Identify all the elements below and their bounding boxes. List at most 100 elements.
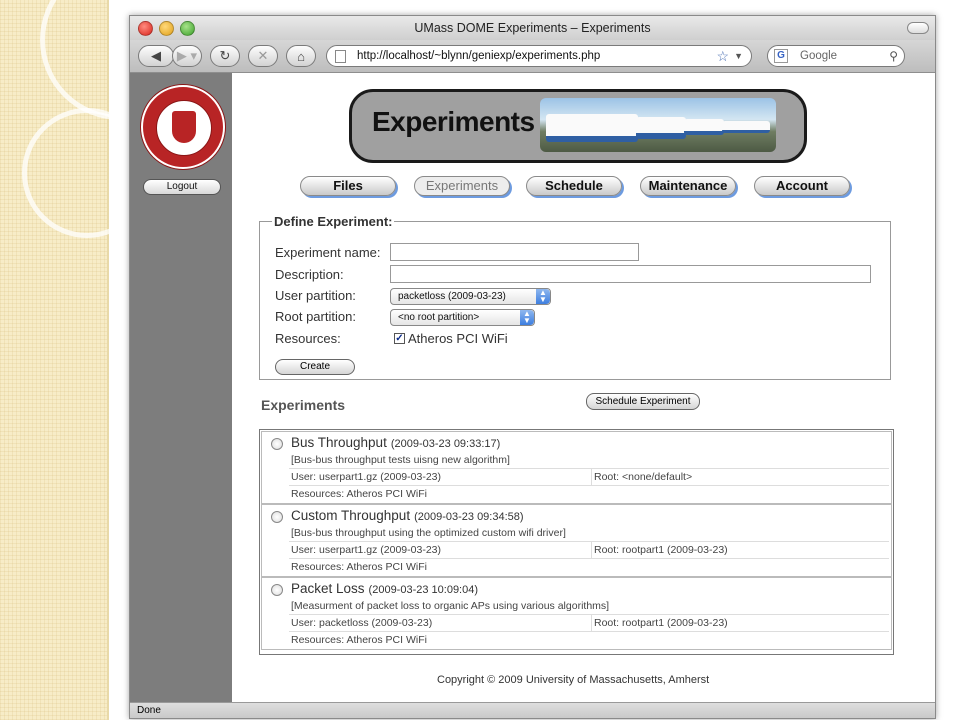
experiment-title: Packet Loss (2009-03-23 10:09:04): [291, 581, 478, 596]
experiment-root-partition: Root: rootpart1 (2009-03-23): [591, 615, 728, 631]
experiment-root-partition: Root: rootpart1 (2009-03-23): [591, 542, 728, 558]
browser-window: UMass DOME Experiments – Experiments ◀ ▶…: [129, 15, 936, 719]
experiment-user-partition: User: packetloss (2009-03-23): [291, 617, 433, 629]
university-seal-logo: [141, 85, 225, 169]
title-bar: UMass DOME Experiments – Experiments: [130, 16, 935, 40]
page-banner: Experiments: [349, 89, 807, 163]
logout-button[interactable]: Logout: [143, 179, 221, 195]
experiment-name: Bus Throughput: [291, 435, 387, 450]
experiment-root-partition: Root: <none/default>: [591, 469, 692, 485]
experiments-list: Bus Throughput (2009-03-23 09:33:17) [Bus…: [259, 429, 894, 655]
experiment-description: [Bus-bus throughput tests uisng new algo…: [291, 454, 510, 466]
banner-title: Experiments: [372, 106, 535, 137]
google-icon[interactable]: G: [774, 49, 788, 63]
define-experiment-form: Define Experiment: Experiment name: Desc…: [259, 214, 891, 380]
experiment-title: Custom Throughput (2009-03-23 09:34:58): [291, 508, 524, 523]
home-icon: ⌂: [297, 48, 305, 64]
url-text: http://localhost/~blynn/geniexp/experime…: [357, 50, 601, 62]
description-label: Description:: [275, 267, 344, 282]
experiment-item: Custom Throughput (2009-03-23 09:34:58) […: [261, 504, 892, 577]
experiment-title: Bus Throughput (2009-03-23 09:33:17): [291, 435, 500, 450]
description-input[interactable]: [390, 265, 871, 283]
page-content: Logout Experiments Files Experiments Sch…: [130, 73, 935, 702]
seal-inner: [156, 100, 212, 156]
bus-photo-image: [540, 98, 776, 152]
close-window-button[interactable]: [138, 21, 153, 36]
root-partition-row: Root partition: <no root partition> ▲ ▼: [275, 307, 875, 326]
user-partition-select[interactable]: packetloss (2009-03-23) ▲ ▼: [390, 288, 551, 305]
experiment-resources: Resources: Atheros PCI WiFi: [291, 634, 427, 646]
atheros-wifi-checkbox[interactable]: ✓: [394, 333, 405, 344]
experiment-resources: Resources: Atheros PCI WiFi: [291, 488, 427, 500]
toolbar-toggle-button[interactable]: [907, 22, 929, 34]
experiment-date: (2009-03-23 09:34:58): [414, 511, 524, 523]
bus-shape: [684, 119, 724, 135]
search-icon[interactable]: ⚲: [889, 46, 898, 66]
experiment-description: [Bus-bus throughput using the optimized …: [291, 527, 566, 539]
atheros-wifi-option-label: Atheros PCI WiFi: [408, 331, 508, 346]
experiment-radio[interactable]: [271, 584, 283, 596]
nav-files-button[interactable]: Files: [300, 176, 396, 196]
experiments-heading: Experiments: [261, 397, 346, 413]
zoom-window-button[interactable]: [180, 21, 195, 36]
define-experiment-legend: Define Experiment:: [274, 214, 393, 229]
close-icon: ✕: [257, 48, 269, 63]
bookmark-star-icon[interactable]: ☆: [716, 46, 729, 66]
experiment-user-partition: User: userpart1.gz (2009-03-23): [291, 471, 441, 483]
select-arrows-icon: ▲ ▼: [536, 289, 550, 304]
nav-experiments-button[interactable]: Experiments: [414, 176, 510, 196]
root-partition-label: Root partition:: [275, 309, 356, 324]
user-partition-label: User partition:: [275, 288, 356, 303]
main-panel: Experiments Files Experiments Schedule M…: [232, 73, 935, 702]
create-button[interactable]: Create: [275, 359, 355, 375]
description-row: Description:: [275, 265, 875, 283]
experiment-name: Packet Loss: [291, 581, 365, 596]
experiment-description: [Measurment of packet loss to organic AP…: [291, 600, 610, 612]
experiment-partitions-row: User: userpart1.gz (2009-03-23) Root: ro…: [289, 541, 889, 558]
experiment-partitions-row: User: packetloss (2009-03-23) Root: root…: [289, 614, 889, 631]
home-button[interactable]: ⌂: [286, 45, 316, 67]
experiment-name-row: Experiment name:: [275, 243, 875, 261]
user-partition-row: User partition: packetloss (2009-03-23) …: [275, 286, 875, 305]
forward-button[interactable]: ▶ ▾: [172, 45, 202, 67]
sidebar: Logout: [130, 73, 232, 702]
experiment-resources-row: Resources: Atheros PCI WiFi: [289, 485, 889, 502]
reload-icon: ↻: [219, 48, 231, 63]
page-icon: [335, 50, 346, 63]
slide-background-decoration: [0, 0, 200, 720]
bus-shape: [636, 117, 686, 139]
reload-button[interactable]: ↻: [210, 45, 240, 67]
experiment-partitions-row: User: userpart1.gz (2009-03-23) Root: <n…: [289, 468, 889, 485]
status-text: Done: [137, 705, 161, 716]
root-partition-value: <no root partition>: [398, 312, 480, 323]
nav-schedule-button[interactable]: Schedule: [526, 176, 622, 196]
resources-label: Resources:: [275, 331, 341, 346]
copyright-footer: Copyright © 2009 University of Massachus…: [437, 674, 710, 686]
select-arrows-icon: ▲ ▼: [520, 310, 534, 325]
experiment-radio[interactable]: [271, 438, 283, 450]
experiment-resources-row: Resources: Atheros PCI WiFi: [289, 558, 889, 575]
status-bar: Done: [130, 702, 935, 718]
experiment-date: (2009-03-23 09:33:17): [390, 438, 501, 450]
root-partition-select[interactable]: <no root partition> ▲ ▼: [390, 309, 535, 326]
schedule-experiment-button[interactable]: Schedule Experiment: [586, 393, 700, 410]
experiment-radio[interactable]: [271, 511, 283, 523]
experiment-name: Custom Throughput: [291, 508, 411, 523]
search-placeholder: Google: [800, 50, 838, 62]
nav-account-button[interactable]: Account: [754, 176, 850, 196]
experiment-resources: Resources: Atheros PCI WiFi: [291, 561, 427, 573]
experiment-item: Bus Throughput (2009-03-23 09:33:17) [Bus…: [261, 431, 892, 504]
experiment-item: Packet Loss (2009-03-23 10:09:04) [Measur…: [261, 577, 892, 650]
back-button[interactable]: ◀: [138, 45, 174, 67]
history-dropdown-icon[interactable]: ▼: [734, 46, 743, 66]
resources-row: Resources: ✓ Atheros PCI WiFi: [275, 329, 875, 347]
search-bar[interactable]: G Google ⚲: [767, 45, 905, 67]
minimize-window-button[interactable]: [159, 21, 174, 36]
address-bar[interactable]: http://localhost/~blynn/geniexp/experime…: [326, 45, 752, 67]
window-title: UMass DOME Experiments – Experiments: [414, 21, 651, 35]
nav-maintenance-button[interactable]: Maintenance: [640, 176, 736, 196]
experiment-date: (2009-03-23 10:09:04): [368, 584, 479, 596]
experiment-resources-row: Resources: Atheros PCI WiFi: [289, 631, 889, 648]
stop-button[interactable]: ✕: [248, 45, 278, 67]
experiment-name-input[interactable]: [390, 243, 639, 261]
